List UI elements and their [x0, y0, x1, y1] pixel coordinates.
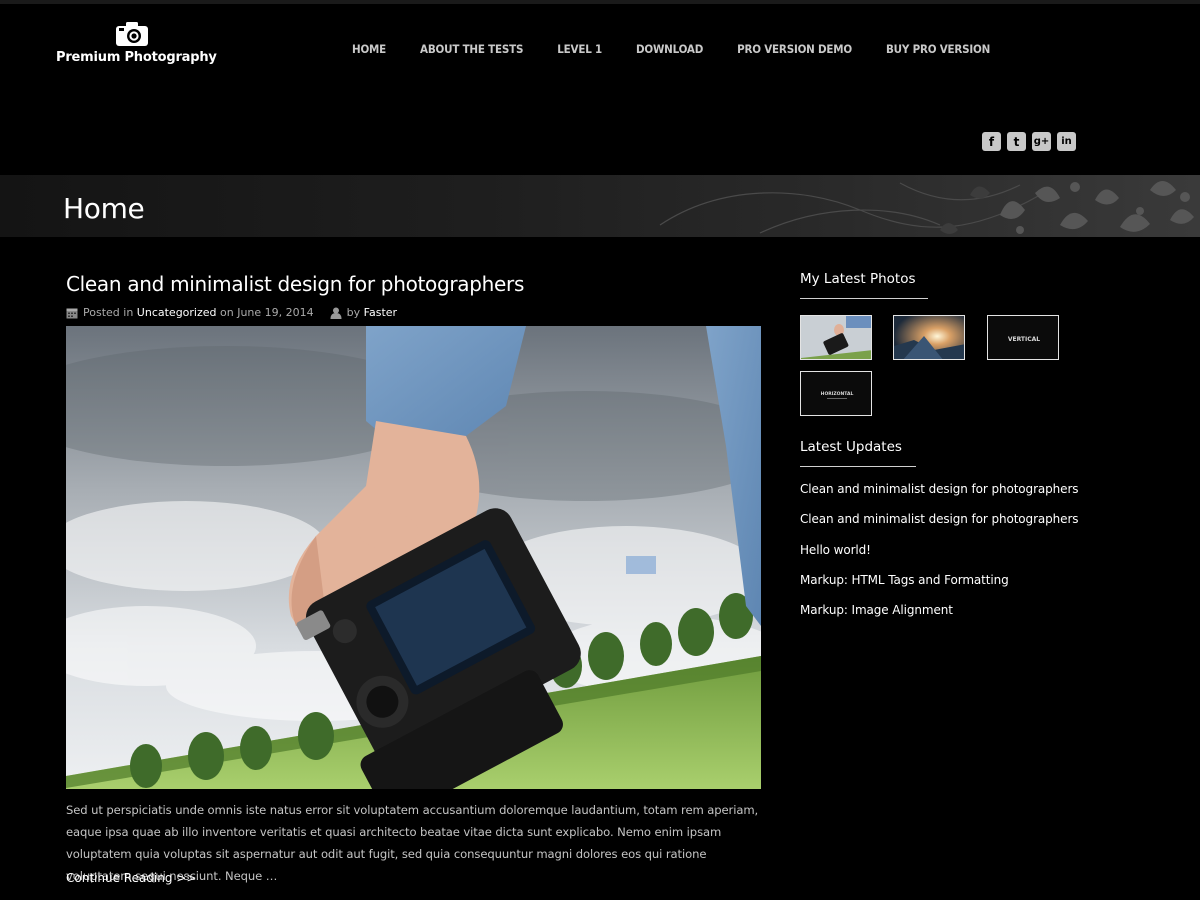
post-meta: Posted in Uncategorized on June 19, 2014…	[66, 306, 397, 319]
posted-in-label: Posted in	[83, 306, 134, 319]
calendar-icon	[66, 308, 78, 318]
photo-thumbnail-sunset[interactable]	[893, 315, 965, 360]
facebook-icon[interactable]: f	[982, 132, 1001, 151]
latest-updates-list: Clean and minimalist design for photogra…	[800, 478, 1079, 629]
latest-updates-divider	[800, 466, 916, 467]
post-title[interactable]: Clean and minimalist design for photogra…	[66, 272, 524, 296]
featured-image[interactable]	[66, 326, 761, 789]
list-item: Hello world!	[800, 539, 1078, 569]
list-item: Markup: Image Alignment	[800, 599, 1078, 629]
nav-item-pro-version-demo[interactable]: PRO VERSION DEMO	[737, 42, 852, 56]
list-item: Clean and minimalist design for photogra…	[800, 508, 1079, 538]
vertical-thumb-text: VERTICAL	[1008, 336, 1040, 343]
camera-icon	[116, 22, 148, 46]
site-logo[interactable]: Premium Photography	[56, 20, 217, 65]
photo-thumbnail-camera[interactable]	[800, 315, 872, 360]
nav-item-buy-pro-version[interactable]: BUY PRO VERSION	[886, 42, 990, 56]
horizontal-thumb-text: HORIZONTAL	[821, 391, 854, 397]
post-date: June 19, 2014	[237, 306, 314, 319]
nav-item-download[interactable]: DOWNLOAD	[636, 42, 703, 56]
social-links: f t g+ in	[982, 132, 1076, 151]
page-title: Home	[63, 192, 145, 225]
by-label: by	[346, 306, 361, 319]
nav-item-level-1[interactable]: LEVEL 1	[557, 42, 602, 56]
latest-photos-divider	[800, 298, 928, 299]
update-link[interactable]: Clean and minimalist design for photogra…	[800, 482, 1079, 496]
floral-decoration	[659, 181, 1194, 234]
twitter-icon[interactable]: t	[1007, 132, 1026, 151]
post-category-link[interactable]: Uncategorized	[137, 306, 217, 319]
user-icon	[330, 307, 342, 319]
main-navigation: HOME ABOUT THE TESTS LEVEL 1 DOWNLOAD PR…	[335, 42, 1007, 56]
photo-thumbnail-horizontal[interactable]: HORIZONTAL	[800, 371, 872, 416]
page-title-banner: Home	[0, 175, 1200, 237]
update-link[interactable]: Clean and minimalist design for photogra…	[800, 512, 1079, 526]
update-link[interactable]: Hello world!	[800, 543, 871, 557]
site-name: Premium Photography	[56, 50, 217, 65]
google-plus-icon[interactable]: g+	[1032, 132, 1051, 151]
latest-photos-title: My Latest Photos	[800, 271, 916, 287]
list-item: Markup: HTML Tags and Formatting	[800, 569, 1078, 599]
update-link[interactable]: Markup: Image Alignment	[800, 603, 953, 617]
photo-thumbnail-vertical[interactable]: VERTICAL	[987, 315, 1059, 360]
latest-updates-title: Latest Updates	[800, 439, 902, 455]
continue-reading-link[interactable]: Continue Reading >>	[66, 871, 196, 885]
linkedin-icon[interactable]: in	[1057, 132, 1076, 151]
site-header: Premium Photography HOME ABOUT THE TESTS…	[0, 0, 1200, 175]
update-link[interactable]: Markup: HTML Tags and Formatting	[800, 573, 1009, 587]
nav-item-about-the-tests[interactable]: ABOUT THE TESTS	[420, 42, 523, 56]
list-item: Clean and minimalist design for photogra…	[800, 478, 1079, 508]
post-author-link[interactable]: Faster	[364, 306, 397, 319]
date-prefix: on	[220, 306, 234, 319]
nav-item-home[interactable]: HOME	[352, 42, 386, 56]
